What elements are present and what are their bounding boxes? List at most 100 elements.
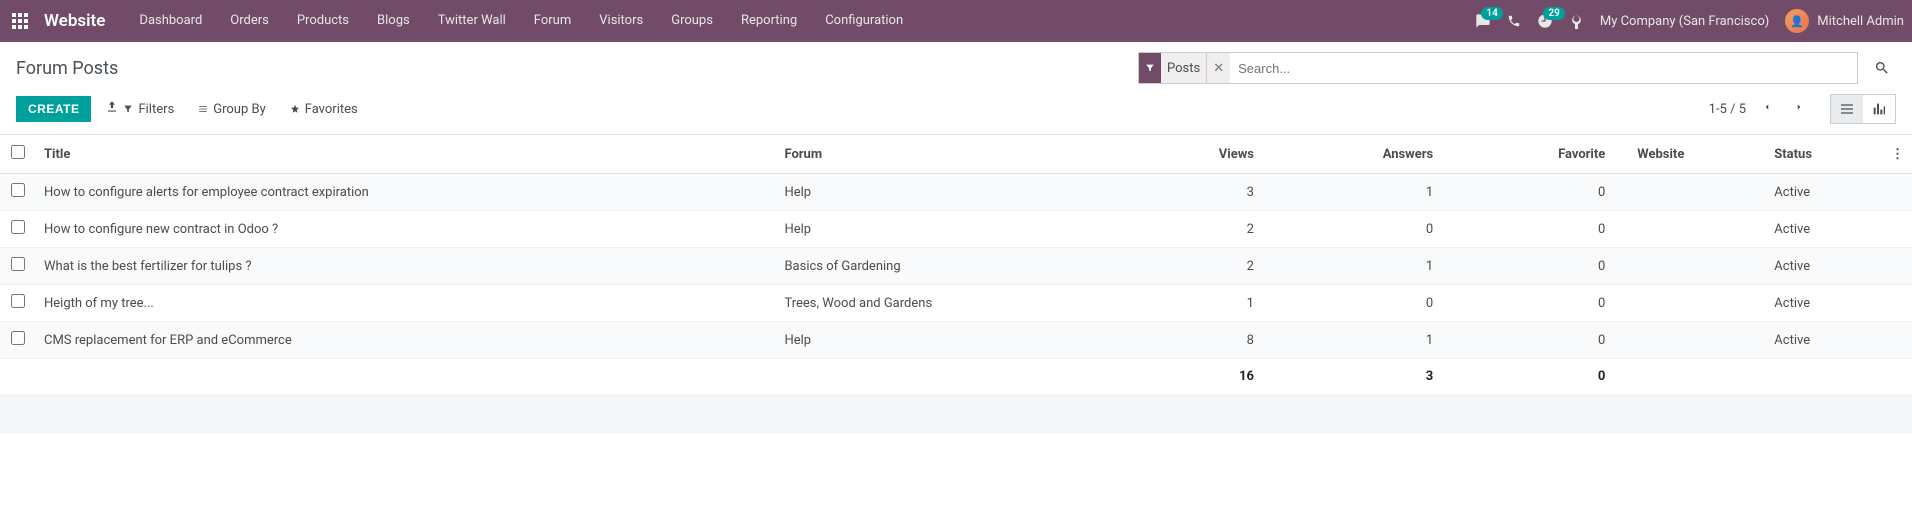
cell-website — [1629, 285, 1766, 322]
cell-title: CMS replacement for ERP and eCommerce — [36, 322, 776, 359]
tools-icon[interactable] — [1569, 14, 1584, 29]
company-selector[interactable]: My Company (San Francisco) — [1600, 14, 1769, 29]
facet-remove-icon[interactable]: ✕ — [1207, 53, 1230, 83]
cell-website — [1629, 322, 1766, 359]
graph-view-icon[interactable] — [1863, 95, 1895, 123]
view-switcher — [1830, 94, 1896, 124]
cell-forum: Help — [776, 174, 1132, 211]
filter-icon — [1139, 63, 1161, 73]
cell-answers: 1 — [1278, 174, 1457, 211]
search-box[interactable]: Posts ✕ — [1138, 52, 1858, 84]
cell-answers: 1 — [1278, 248, 1457, 285]
avatar: 👤 — [1785, 9, 1809, 33]
cell-status: Active — [1766, 248, 1883, 285]
row-checkbox[interactable] — [11, 331, 25, 345]
app-brand[interactable]: Website — [44, 11, 105, 31]
posts-table: Title Forum Views Answers Favorite Websi… — [0, 135, 1912, 394]
cell-title: How to configure new contract in Odoo ? — [36, 211, 776, 248]
cell-views: 8 — [1132, 322, 1278, 359]
table-row[interactable]: How to configure new contract in Odoo ?H… — [0, 211, 1912, 248]
row-checkbox[interactable] — [11, 220, 25, 234]
cell-status: Active — [1766, 211, 1883, 248]
col-title[interactable]: Title — [36, 135, 776, 174]
cell-answers: 0 — [1278, 285, 1457, 322]
filters-button[interactable]: Filters — [123, 102, 174, 117]
control-panel-bottom: CREATE Filters Group By Favorites 1-5 / … — [0, 88, 1912, 135]
user-menu[interactable]: 👤 Mitchell Admin — [1785, 9, 1904, 33]
cell-favorite: 0 — [1457, 248, 1629, 285]
menu-groups[interactable]: Groups — [657, 0, 727, 42]
totals-row: 16 3 0 — [0, 359, 1912, 395]
select-all-checkbox[interactable] — [11, 145, 25, 159]
search-facet — [1139, 53, 1161, 83]
cell-views: 2 — [1132, 248, 1278, 285]
table-row[interactable]: CMS replacement for ERP and eCommerceHel… — [0, 322, 1912, 359]
cell-views: 2 — [1132, 211, 1278, 248]
cell-favorite: 0 — [1457, 211, 1629, 248]
cell-status: Active — [1766, 285, 1883, 322]
menu-forum[interactable]: Forum — [520, 0, 585, 42]
create-button[interactable]: CREATE — [16, 96, 91, 122]
col-status[interactable]: Status — [1766, 135, 1883, 174]
pager-prev-icon[interactable] — [1756, 99, 1778, 119]
cell-views: 3 — [1132, 174, 1278, 211]
phone-icon[interactable] — [1507, 14, 1521, 28]
cell-favorite: 0 — [1457, 322, 1629, 359]
col-website[interactable]: Website — [1629, 135, 1766, 174]
cell-status: Active — [1766, 174, 1883, 211]
favorites-button[interactable]: Favorites — [290, 102, 358, 117]
cell-favorite: 0 — [1457, 285, 1629, 322]
filters-label: Filters — [138, 102, 174, 117]
cell-answers: 1 — [1278, 322, 1457, 359]
apps-icon[interactable] — [8, 9, 32, 33]
cell-forum: Help — [776, 211, 1132, 248]
main-menu: Dashboard Orders Products Blogs Twitter … — [125, 0, 917, 42]
cell-forum: Basics of Gardening — [776, 248, 1132, 285]
pager-text: 1-5 / 5 — [1709, 102, 1746, 117]
activities-icon[interactable]: 29 — [1537, 13, 1553, 29]
cell-status: Active — [1766, 322, 1883, 359]
row-checkbox[interactable] — [11, 257, 25, 271]
total-answers: 3 — [1278, 359, 1457, 395]
row-checkbox[interactable] — [11, 294, 25, 308]
cell-forum: Trees, Wood and Gardens — [776, 285, 1132, 322]
user-name: Mitchell Admin — [1817, 14, 1904, 29]
menu-reporting[interactable]: Reporting — [727, 0, 811, 42]
cell-views: 1 — [1132, 285, 1278, 322]
col-answers[interactable]: Answers — [1278, 135, 1457, 174]
search-icon[interactable] — [1868, 60, 1896, 76]
page-title: Forum Posts — [16, 58, 118, 79]
groupby-label: Group By — [213, 102, 266, 117]
col-favorite[interactable]: Favorite — [1457, 135, 1629, 174]
menu-configuration[interactable]: Configuration — [811, 0, 917, 42]
messages-icon[interactable]: 14 — [1475, 13, 1491, 29]
activities-badge: 29 — [1543, 7, 1564, 20]
blank-area — [0, 394, 1912, 434]
menu-visitors[interactable]: Visitors — [585, 0, 657, 42]
menu-blogs[interactable]: Blogs — [363, 0, 424, 42]
nav-right: 14 29 My Company (San Francisco) 👤 Mitch… — [1475, 9, 1904, 33]
menu-twitter-wall[interactable]: Twitter Wall — [424, 0, 520, 42]
table-row[interactable]: Heigth of my tree...Trees, Wood and Gard… — [0, 285, 1912, 322]
table-row[interactable]: How to configure alerts for employee con… — [0, 174, 1912, 211]
col-options-icon[interactable]: ⋮ — [1883, 135, 1912, 174]
menu-products[interactable]: Products — [283, 0, 363, 42]
menu-orders[interactable]: Orders — [216, 0, 283, 42]
control-panel-top: Forum Posts Posts ✕ — [0, 42, 1912, 88]
groupby-button[interactable]: Group By — [198, 102, 266, 117]
cell-website — [1629, 174, 1766, 211]
favorites-label: Favorites — [305, 102, 358, 117]
col-views[interactable]: Views — [1132, 135, 1278, 174]
col-forum[interactable]: Forum — [776, 135, 1132, 174]
pager-next-icon[interactable] — [1788, 99, 1810, 119]
table-row[interactable]: What is the best fertilizer for tulips ?… — [0, 248, 1912, 285]
search-input[interactable] — [1230, 61, 1857, 76]
export-icon[interactable] — [101, 96, 123, 122]
row-checkbox[interactable] — [11, 183, 25, 197]
messages-badge: 14 — [1481, 7, 1502, 20]
menu-dashboard[interactable]: Dashboard — [125, 0, 216, 42]
cell-forum: Help — [776, 322, 1132, 359]
list-view-icon[interactable] — [1831, 95, 1863, 123]
cell-title: What is the best fertilizer for tulips ? — [36, 248, 776, 285]
cell-favorite: 0 — [1457, 174, 1629, 211]
